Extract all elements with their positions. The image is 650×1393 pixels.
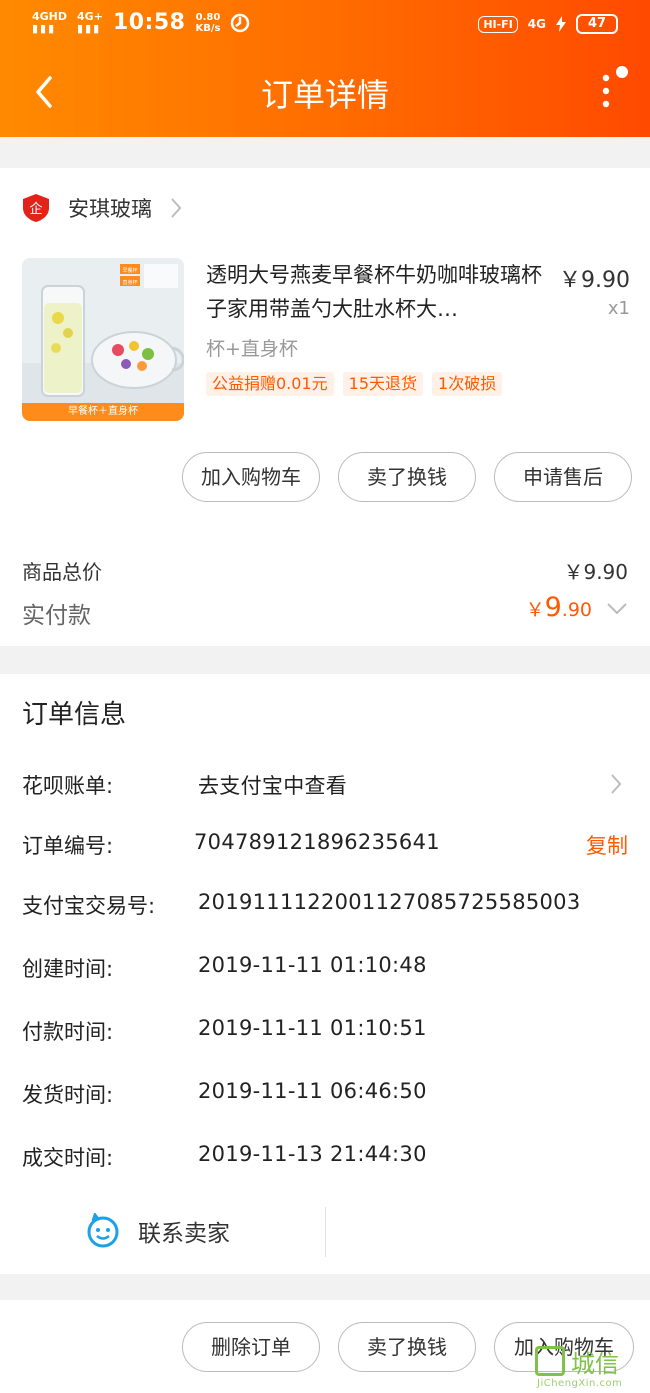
- sync-icon: [231, 13, 250, 32]
- app-header: 4GHD ▮▮▮ 4G+ ▮▮▮ 10:58 0.80 KB/s HI-FI 4…: [0, 0, 650, 137]
- paid-time-label: 付款时间:: [22, 1020, 114, 1044]
- product-price: ￥9.90: [559, 268, 630, 293]
- network-type: 4G: [527, 17, 546, 31]
- tag-charity: 公益捐赠0.01元: [206, 372, 334, 396]
- huabei-label: 花呗账单:: [22, 774, 114, 798]
- order-number-value: 704789121896235641: [194, 830, 440, 854]
- resell-button[interactable]: 卖了换钱: [338, 452, 476, 502]
- charging-icon: [556, 16, 566, 32]
- product-title[interactable]: 透明大号燕麦早餐杯牛奶咖啡玻璃杯子家用带盖勺大肚水杯大…: [206, 258, 542, 328]
- completed-time-value: 2019-11-13 21:44:30: [198, 1142, 427, 1166]
- paid-label: 实付款: [22, 603, 91, 629]
- chevron-down-icon: [607, 603, 627, 615]
- site-watermark: 城信 JiChengXin.com: [535, 1342, 647, 1390]
- shipped-time-value: 2019-11-11 06:46:50: [198, 1079, 427, 1103]
- status-bar: 4GHD ▮▮▮ 4G+ ▮▮▮ 10:58 0.80 KB/s HI-FI 4…: [0, 0, 650, 50]
- paid-integer: 9: [544, 592, 562, 623]
- alipay-trade-value: 2019111122001127085725585003: [198, 890, 581, 914]
- hifi-badge: HI-FI: [478, 15, 518, 33]
- network-speed: 0.80 KB/s: [195, 11, 221, 34]
- copy-button[interactable]: 复制: [586, 830, 628, 860]
- product-image[interactable]: 早餐杯 直身杯 早餐杯＋直身杯: [22, 258, 184, 421]
- paid-time-value: 2019-11-11 01:10:51: [198, 1016, 427, 1040]
- shipped-time-label: 发货时间:: [22, 1083, 114, 1107]
- product-image-caption: 早餐杯＋直身杯: [22, 403, 184, 421]
- paid-currency: ￥: [525, 599, 545, 621]
- glass-cups-illustration: 早餐杯 直身杯: [22, 258, 184, 421]
- chevron-right-icon[interactable]: [610, 773, 622, 795]
- resell-button-bottom[interactable]: 卖了换钱: [338, 1322, 476, 1372]
- created-time-value: 2019-11-11 01:10:48: [198, 953, 427, 977]
- svg-text:早餐杯: 早餐杯: [122, 267, 137, 274]
- product-sku: 杯+直身杯: [206, 338, 298, 360]
- more-menu-button[interactable]: [596, 62, 636, 112]
- shield-icon: 企: [23, 194, 49, 222]
- delete-order-button[interactable]: 删除订单: [182, 1322, 320, 1372]
- contact-seller-button[interactable]: 联系卖家: [86, 1213, 230, 1249]
- chat-face-icon: [87, 1213, 119, 1248]
- order-info-title: 订单信息: [22, 700, 127, 730]
- total-label: 商品总价: [22, 560, 102, 584]
- signal-indicator-2: 4G+ ▮▮▮: [77, 9, 103, 35]
- paid-amount[interactable]: ￥ 9 .90: [526, 592, 628, 623]
- total-value: ￥9.90: [563, 560, 628, 584]
- shop-link[interactable]: 企 安琪玻璃: [22, 193, 182, 223]
- watermark-logo-icon: [535, 1346, 565, 1376]
- vertical-divider: [325, 1207, 326, 1257]
- contact-seller-label: 联系卖家: [138, 1221, 230, 1247]
- add-to-cart-button[interactable]: 加入购物车: [182, 452, 320, 502]
- after-sales-button[interactable]: 申请售后: [494, 452, 632, 502]
- tag-breakage: 1次破损: [432, 372, 503, 396]
- chevron-right-icon: [171, 198, 182, 218]
- product-quantity: x1: [607, 298, 630, 319]
- alipay-trade-label: 支付宝交易号:: [22, 894, 156, 918]
- svg-text:企: 企: [29, 201, 42, 217]
- svg-text:直身杯: 直身杯: [122, 279, 137, 286]
- shop-name: 安琪玻璃: [68, 197, 152, 221]
- battery-icon: 47: [576, 14, 618, 34]
- completed-time-label: 成交时间:: [22, 1146, 114, 1170]
- created-time-label: 创建时间:: [22, 957, 114, 981]
- huabei-link[interactable]: 去支付宝中查看: [198, 770, 347, 800]
- page-title: 订单详情: [260, 76, 389, 114]
- order-number-label: 订单编号:: [22, 834, 114, 858]
- product-tags: 公益捐赠0.01元 15天退货 1次破损: [206, 372, 503, 396]
- signal-indicator-1: 4GHD ▮▮▮: [32, 9, 68, 35]
- tag-return: 15天退货: [342, 372, 424, 396]
- paid-decimal: .90: [561, 599, 592, 621]
- status-time: 10:58: [112, 10, 186, 35]
